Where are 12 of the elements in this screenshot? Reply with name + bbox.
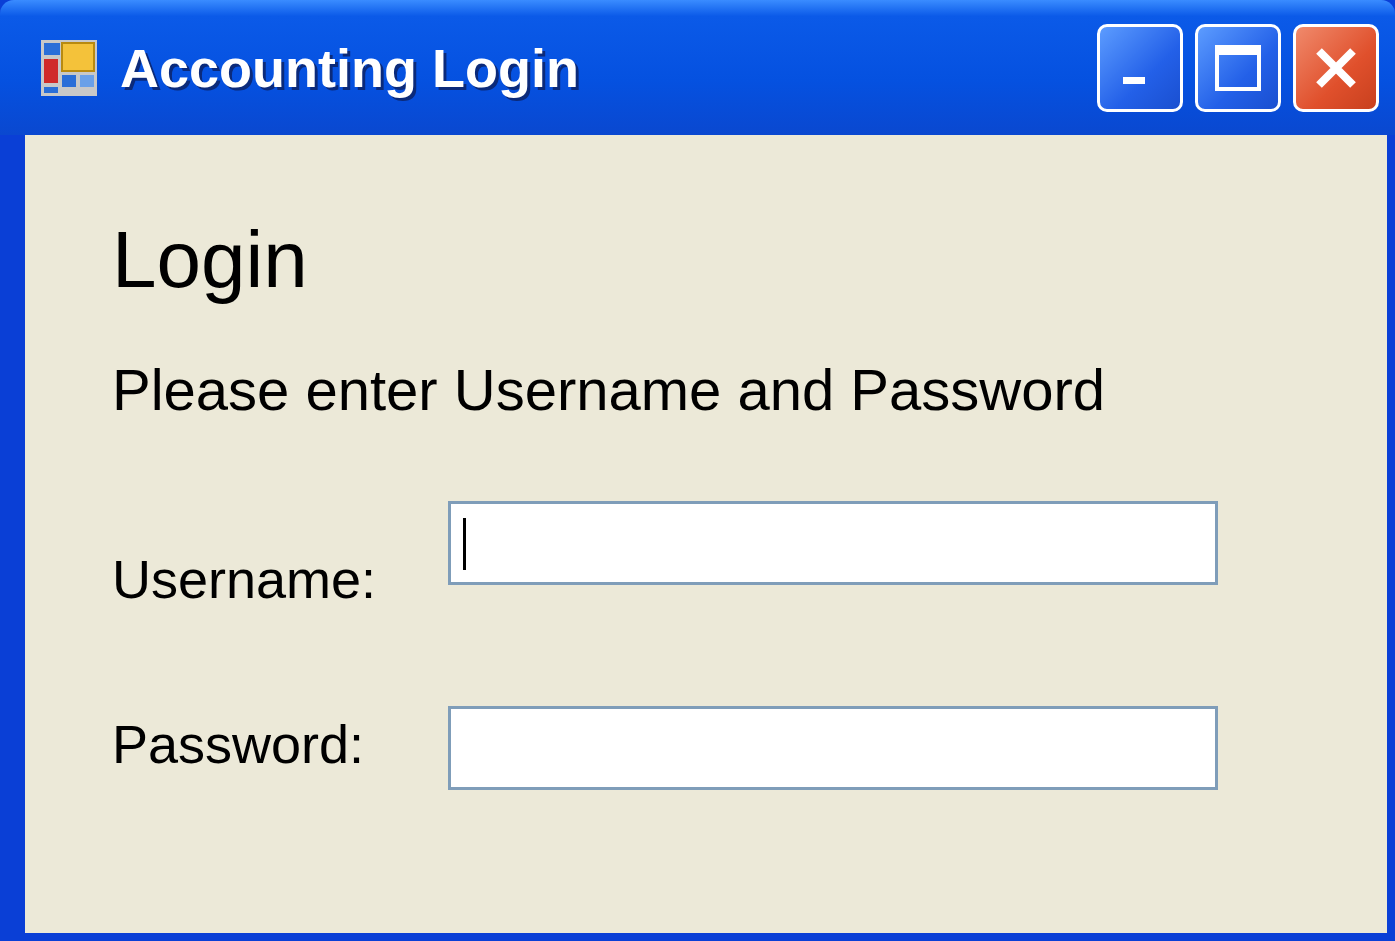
field-label: Username: [112, 549, 378, 609]
minimize-icon [1123, 77, 1145, 84]
app-icon [40, 38, 98, 97]
window-title: Accounting Login [120, 36, 580, 99]
minimize-button[interactable] [1097, 23, 1183, 112]
maximize-button[interactable] [1195, 23, 1281, 112]
input-field[interactable] [448, 501, 1218, 585]
login-heading: Login [112, 215, 309, 305]
close-button[interactable] [1293, 23, 1379, 112]
field-label: Password: [112, 714, 366, 774]
instruction-text: Please enter Username and Password [112, 357, 1106, 423]
input-field[interactable] [448, 706, 1218, 790]
